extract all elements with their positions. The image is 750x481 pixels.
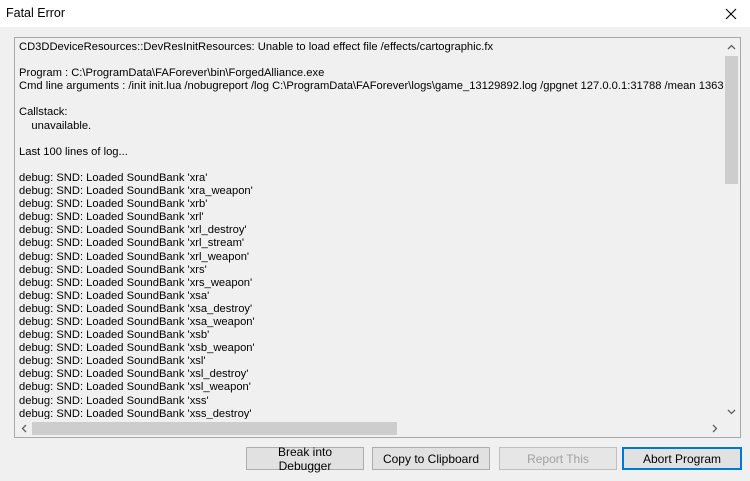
- log-line: debug: SND: Loaded SoundBank 'xsl': [19, 355, 206, 368]
- log-line: Last 100 lines of log...: [19, 145, 128, 158]
- log-line: debug: SND: Loaded SoundBank 'xrl': [19, 211, 204, 224]
- log-line: debug: SND: Loaded SoundBank 'xsl_destro…: [19, 368, 249, 381]
- log-line: debug: SND: Loaded SoundBank 'xra': [19, 171, 208, 184]
- log-line: debug: SND: Loaded SoundBank 'xrs_weapon…: [19, 276, 253, 289]
- log-line: debug: SND: Loaded SoundBank 'xrl_stream…: [19, 237, 245, 250]
- chevron-up-icon: [727, 44, 736, 49]
- chevron-left-icon: [21, 424, 26, 433]
- report-this-button[interactable]: Report This: [499, 447, 617, 470]
- copy-to-clipboard-button[interactable]: Copy to Clipboard: [372, 447, 490, 470]
- error-log-text: CD3DDeviceResources::DevResInitResources…: [19, 41, 725, 419]
- scroll-right-button[interactable]: [706, 420, 723, 437]
- log-line: debug: SND: Loaded SoundBank 'xsa': [19, 289, 210, 302]
- log-line: debug: SND: Loaded SoundBank 'xsb_weapon…: [19, 342, 255, 355]
- log-line: Cmd line arguments : /init init.lua /nob…: [19, 80, 725, 93]
- log-line: debug: SND: Loaded SoundBank 'xsa_weapon…: [19, 315, 255, 328]
- log-line: CD3DDeviceResources::DevResInitResources…: [19, 41, 494, 53]
- scroll-down-button[interactable]: [723, 403, 740, 420]
- window-title: Fatal Error: [6, 6, 66, 20]
- log-line: debug: SND: Loaded SoundBank 'xrl_destro…: [19, 224, 247, 237]
- log-line: Program : C:\ProgramData\FAForever\bin\F…: [19, 67, 325, 80]
- log-line: debug: SND: Loaded SoundBank 'xsa_destro…: [19, 302, 253, 315]
- log-line: debug: SND: Loaded SoundBank 'xss_destro…: [19, 407, 252, 419]
- horizontal-scroll-thumb[interactable]: [32, 422, 397, 435]
- vertical-scroll-thumb[interactable]: [725, 56, 738, 184]
- horizontal-scrollbar[interactable]: [15, 420, 723, 437]
- close-icon: [725, 8, 737, 19]
- scroll-left-button[interactable]: [15, 420, 32, 437]
- scrollbar-corner: [723, 420, 740, 437]
- log-line: debug: SND: Loaded SoundBank 'xrl_weapon…: [19, 250, 250, 263]
- abort-program-button[interactable]: Abort Program: [622, 447, 742, 470]
- chevron-down-icon: [727, 409, 736, 414]
- error-log-textbox[interactable]: CD3DDeviceResources::DevResInitResources…: [14, 37, 741, 438]
- break-into-debugger-button[interactable]: Break into Debugger: [246, 445, 364, 473]
- log-line: unavailable.: [19, 119, 92, 132]
- scroll-up-button[interactable]: [723, 38, 740, 55]
- log-line: debug: SND: Loaded SoundBank 'xrs': [19, 263, 207, 276]
- title-bar[interactable]: Fatal Error: [0, 0, 750, 27]
- log-line: debug: SND: Loaded SoundBank 'xra_weapon…: [19, 185, 253, 198]
- log-line: Callstack:: [19, 106, 68, 119]
- chevron-right-icon: [712, 424, 717, 433]
- log-line: debug: SND: Loaded SoundBank 'xrb': [19, 198, 208, 211]
- log-line: debug: SND: Loaded SoundBank 'xss': [19, 394, 209, 407]
- log-line: debug: SND: Loaded SoundBank 'xsl_weapon…: [19, 381, 251, 394]
- log-line: debug: SND: Loaded SoundBank 'xsb': [19, 329, 210, 342]
- close-button[interactable]: [712, 0, 750, 27]
- vertical-scrollbar[interactable]: [723, 38, 740, 420]
